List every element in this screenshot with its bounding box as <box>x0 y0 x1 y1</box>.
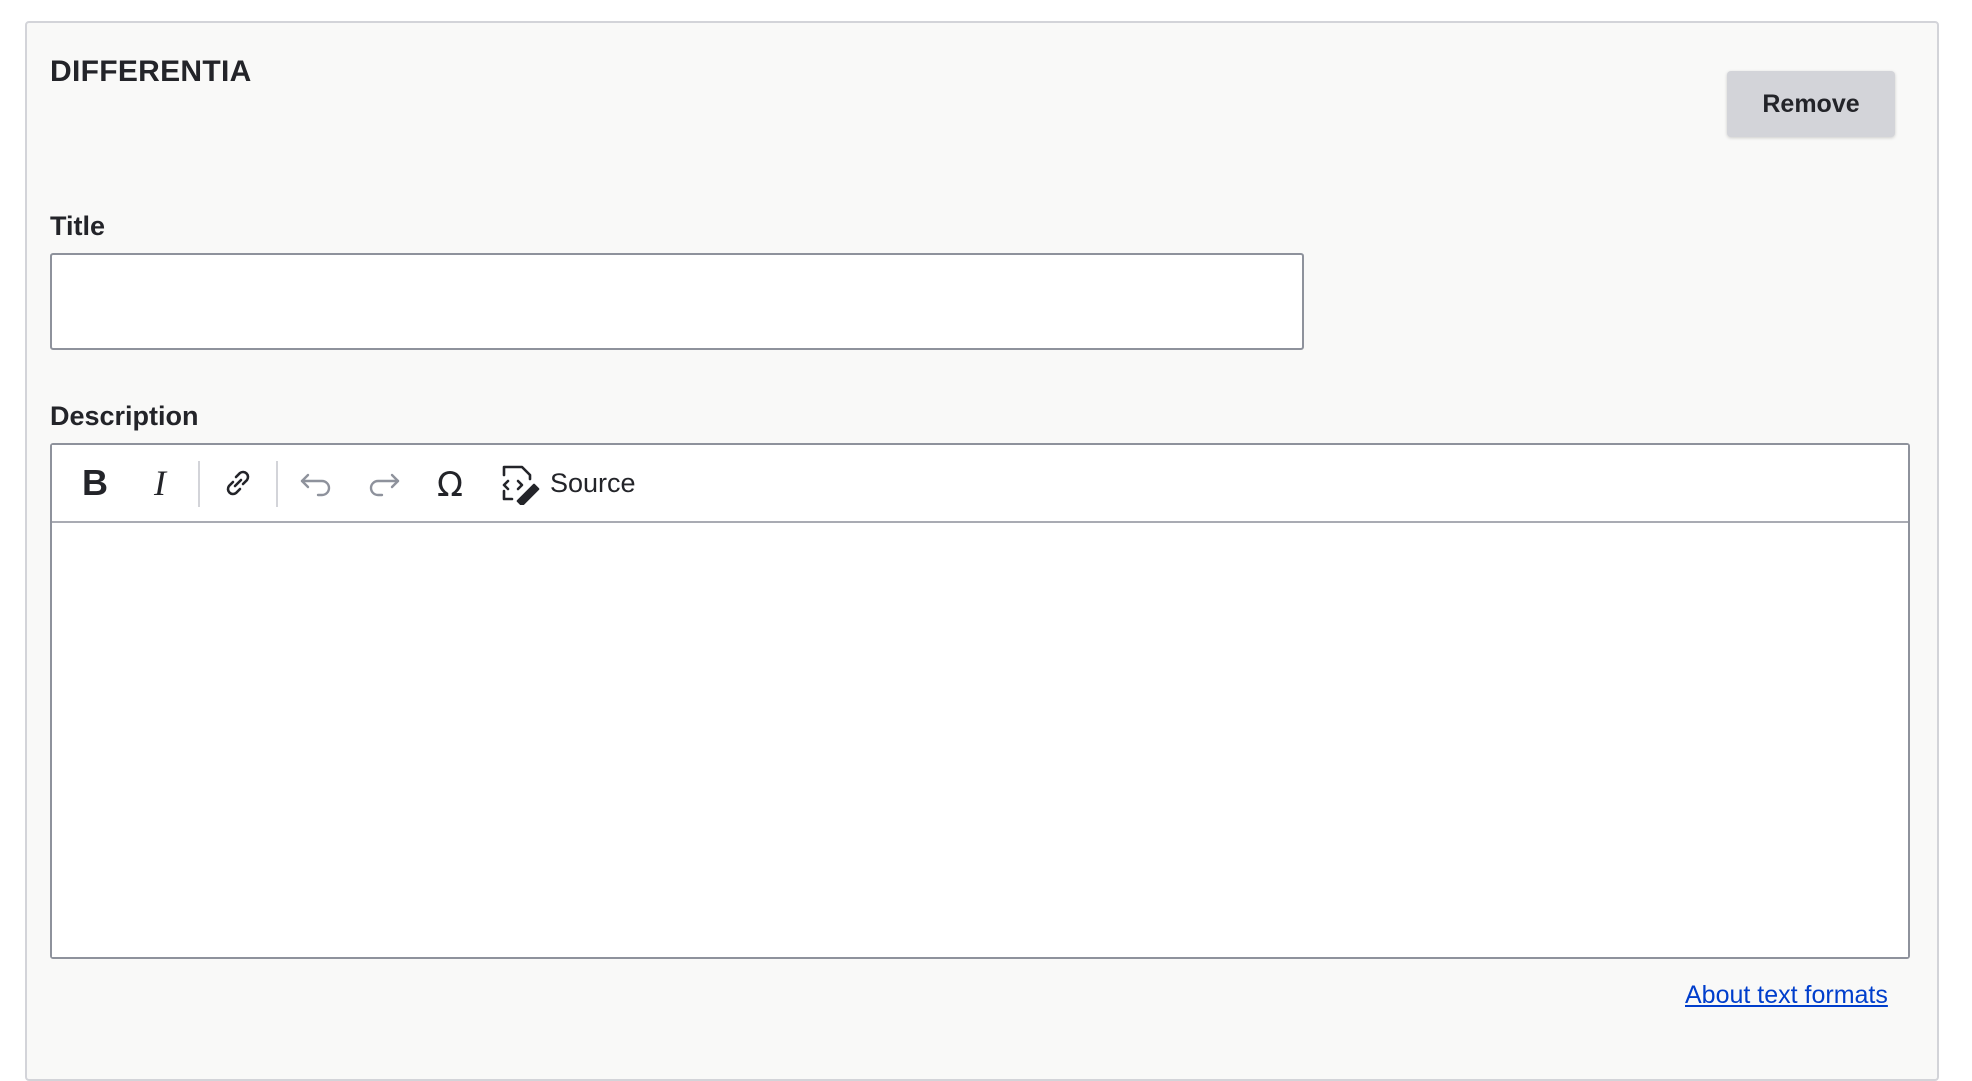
title-label: Title <box>50 211 106 241</box>
toolbar-separator <box>198 461 200 507</box>
undo-icon <box>300 473 331 497</box>
svg-text:B: B <box>82 465 108 501</box>
source-button-label: Source <box>550 467 636 498</box>
svg-text:I: I <box>153 465 168 501</box>
description-content-area[interactable] <box>52 523 1908 957</box>
redo-button[interactable] <box>356 455 412 511</box>
description-editor: B I Ω Source <box>50 443 1910 959</box>
svg-text:Ω: Ω <box>437 465 463 501</box>
toolbar-separator <box>276 461 278 507</box>
title-input[interactable] <box>50 253 1304 350</box>
bold-button[interactable]: B <box>66 455 122 511</box>
about-text-formats-link[interactable]: About text formats <box>1685 981 1888 1010</box>
omega-icon: Ω <box>437 465 463 501</box>
special-characters-button[interactable]: Ω <box>424 455 480 511</box>
italic-button[interactable]: I <box>134 455 190 511</box>
undo-button[interactable] <box>288 455 344 511</box>
italic-icon: I <box>153 465 168 501</box>
remove-button[interactable]: Remove <box>1727 71 1895 137</box>
section-title: DIFFERENTIA <box>50 55 252 88</box>
description-label: Description <box>50 401 199 431</box>
redo-icon <box>369 473 400 497</box>
editor-toolbar: B I Ω Source <box>52 445 1908 523</box>
source-editing-icon <box>502 465 540 505</box>
link-icon <box>226 470 250 496</box>
source-button[interactable]: Source <box>498 455 648 511</box>
link-button[interactable] <box>210 455 266 511</box>
bold-icon: B <box>82 465 108 501</box>
